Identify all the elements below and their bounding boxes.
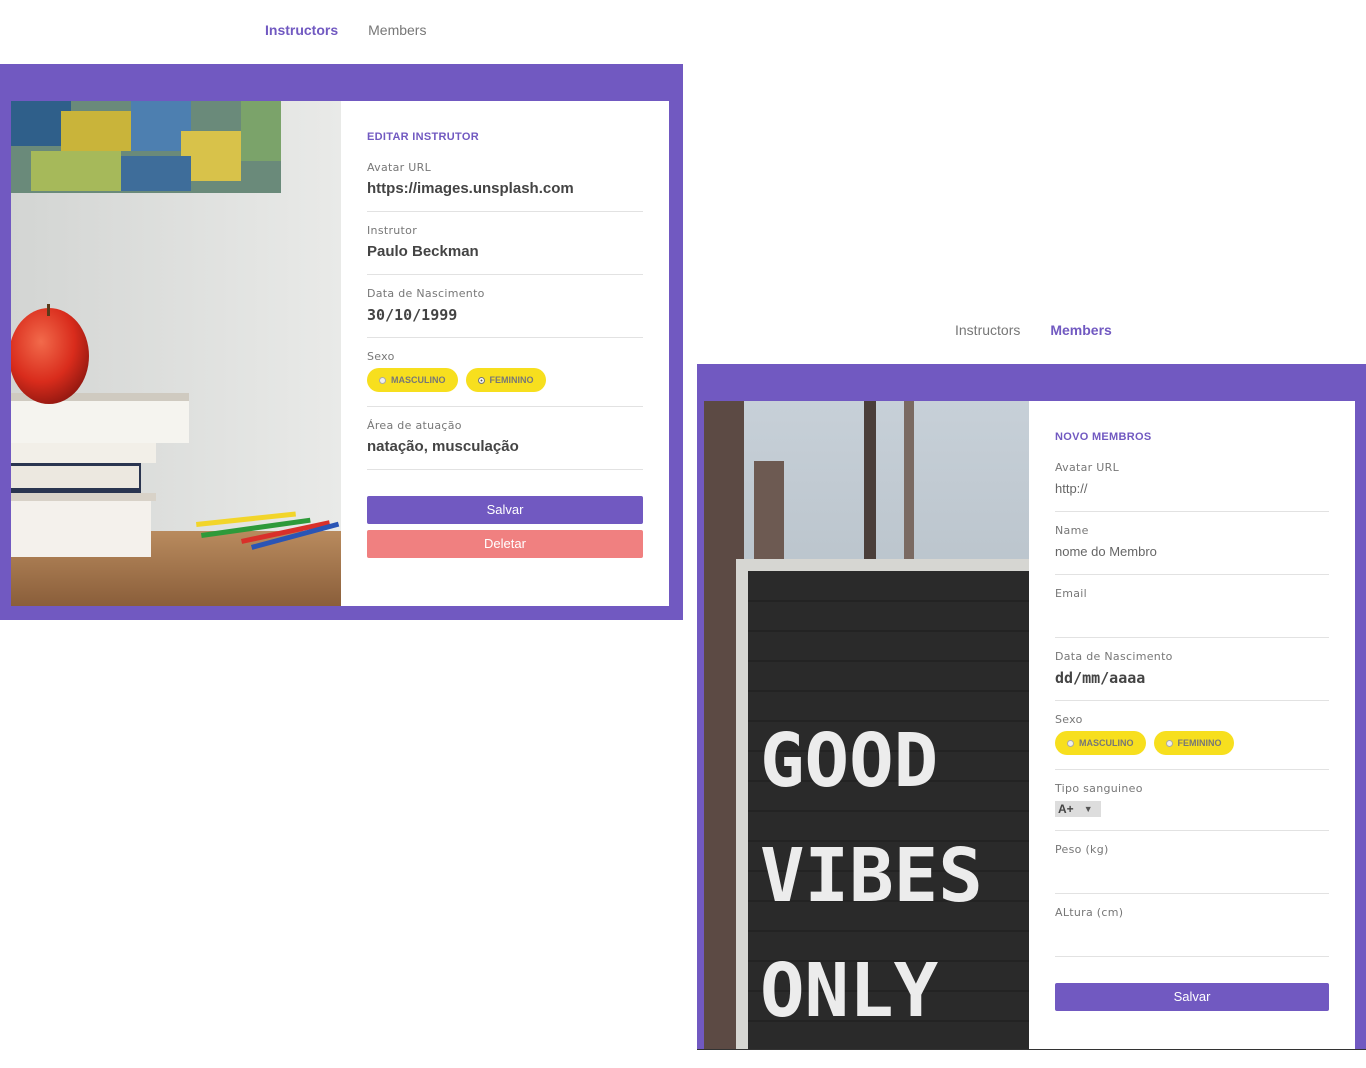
radio-checked-icon[interactable] [477, 376, 485, 384]
radio-unchecked-icon[interactable] [1067, 739, 1074, 747]
gender-field: Sexo MASCULINO FEMININO [367, 350, 643, 407]
member-card: GOOD VIBES ONLY NOVO MEMBROS Avatar URL … [704, 401, 1355, 1049]
birth-date-input[interactable]: dd/mm/aaaa [1055, 668, 1329, 688]
member-name-field[interactable]: Name nome do Membro [1055, 524, 1329, 575]
height-field[interactable]: ALtura (cm) [1055, 906, 1329, 957]
gender-radio-group: MASCULINO FEMININO [367, 368, 643, 392]
email-field[interactable]: Email [1055, 587, 1329, 638]
weight-input[interactable] [1055, 861, 1329, 881]
services-field[interactable]: Área de atuação natação, musculação [367, 419, 643, 470]
weight-field[interactable]: Peso (kg) [1055, 843, 1329, 894]
delete-button[interactable]: Deletar [367, 530, 643, 558]
nav-link-instructors[interactable]: Instructors [265, 22, 338, 38]
instructor-name-input[interactable]: Paulo Beckman [367, 242, 643, 262]
gender-option-female[interactable]: FEMININO [1153, 731, 1234, 755]
blood-type-field: Tipo sanguineo A+ ▼ [1055, 782, 1329, 831]
gender-option-female-label: FEMININO [1177, 738, 1222, 748]
gender-option-female-label: FEMININO [489, 375, 534, 385]
sign-line-2: VIBES [760, 833, 983, 919]
nav-link-members[interactable]: Members [1050, 322, 1111, 338]
instructor-name-label: Instrutor [367, 224, 418, 237]
nav-link-members[interactable]: Members [368, 22, 426, 38]
dropdown-arrow-icon: ▼ [1083, 804, 1093, 814]
birth-date-label: Data de Nascimento [367, 287, 485, 300]
save-button[interactable]: Salvar [367, 496, 643, 524]
gender-option-male-label: MASCULINO [1079, 738, 1134, 748]
radio-unchecked-icon[interactable] [1165, 739, 1173, 747]
gender-label: Sexo [1055, 713, 1083, 726]
form-title: EDITAR INSTRUTOR [367, 131, 479, 143]
gender-option-male[interactable]: MASCULINO [1055, 731, 1146, 755]
avatar-url-label: Avatar URL [367, 161, 432, 174]
email-input[interactable] [1055, 605, 1329, 625]
blood-type-value: A+ [1058, 802, 1074, 816]
gender-option-female[interactable]: FEMININO [465, 368, 546, 392]
member-photo: GOOD VIBES ONLY [704, 401, 1029, 1049]
member-form: NOVO MEMBROS Avatar URL http:// Name nom… [1029, 401, 1355, 1049]
services-label: Área de atuação [367, 419, 462, 432]
gender-radio-group: MASCULINO FEMININO [1055, 731, 1329, 755]
instructor-form: EDITAR INSTRUTOR Avatar URL https://imag… [341, 101, 669, 606]
avatar-url-field[interactable]: Avatar URL http:// [1055, 461, 1329, 512]
member-name-input[interactable]: nome do Membro [1055, 542, 1329, 562]
top-nav-member-page: Instructors Members [955, 322, 1112, 338]
member-name-label: Name [1055, 524, 1089, 537]
avatar-url-input[interactable]: http:// [1055, 479, 1329, 499]
good-vibes-sign-image: GOOD VIBES ONLY [704, 401, 1029, 1049]
gender-field: Sexo MASCULINO FEMININO [1055, 713, 1329, 770]
weight-label: Peso (kg) [1055, 843, 1109, 856]
gender-label: Sexo [367, 350, 395, 363]
avatar-url-field[interactable]: Avatar URL https://images.unsplash.com [367, 161, 643, 212]
services-input[interactable]: natação, musculação [367, 437, 643, 457]
height-label: ALtura (cm) [1055, 906, 1124, 919]
save-button[interactable]: Salvar [1055, 983, 1329, 1011]
gender-option-male[interactable]: MASCULINO [367, 368, 458, 392]
birth-date-field[interactable]: Data de Nascimento 30/10/1999 [367, 287, 643, 338]
gender-option-male-label: MASCULINO [391, 375, 446, 385]
blood-type-label: Tipo sanguineo [1055, 782, 1143, 795]
sign-line-1: GOOD [760, 718, 938, 804]
form-title: NOVO MEMBROS [1055, 431, 1152, 443]
blood-type-select[interactable]: A+ ▼ [1055, 801, 1101, 817]
nav-link-instructors[interactable]: Instructors [955, 322, 1020, 338]
birth-date-field[interactable]: Data de Nascimento dd/mm/aaaa [1055, 650, 1329, 701]
school-books-apple-image [11, 101, 341, 606]
avatar-url-input[interactable]: https://images.unsplash.com [367, 179, 643, 199]
instructor-card: EDITAR INSTRUTOR Avatar URL https://imag… [11, 101, 669, 606]
sign-line-3: ONLY [760, 948, 939, 1034]
top-nav-instructor-page: Instructors Members [265, 22, 426, 38]
avatar-url-label: Avatar URL [1055, 461, 1120, 474]
bottom-border-line [697, 1049, 1366, 1050]
height-input[interactable] [1055, 924, 1329, 944]
birth-date-input[interactable]: 30/10/1999 [367, 305, 643, 325]
radio-unchecked-icon[interactable] [379, 376, 386, 384]
birth-date-label: Data de Nascimento [1055, 650, 1173, 663]
email-label: Email [1055, 587, 1088, 600]
instructor-name-field[interactable]: Instrutor Paulo Beckman [367, 224, 643, 275]
instructor-photo [11, 101, 341, 606]
